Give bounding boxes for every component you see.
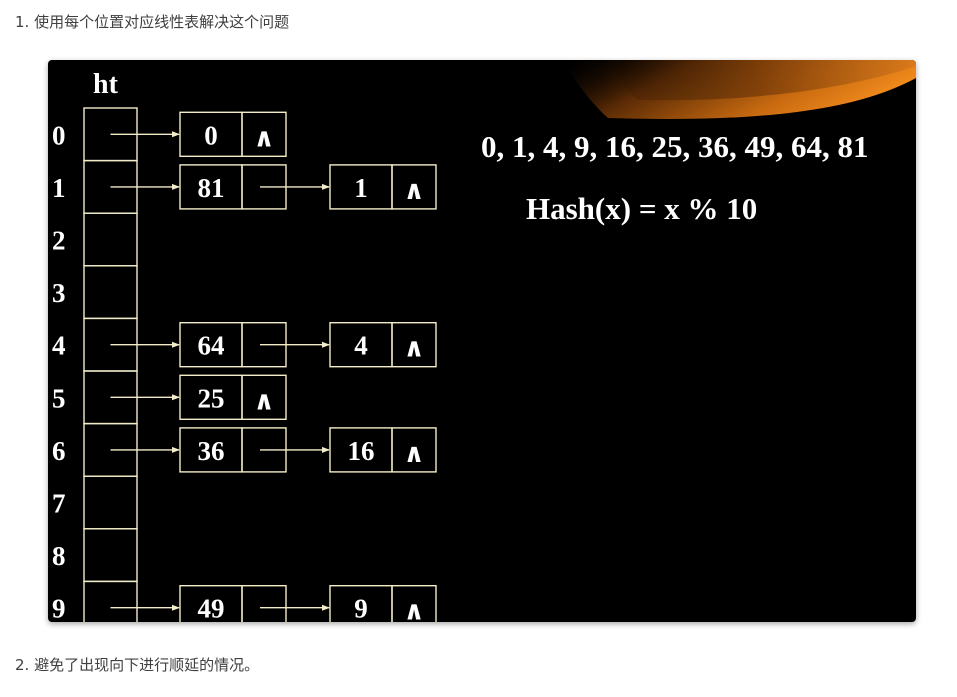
bucket-cell (83, 580, 138, 622)
bucket-row-8: 8 (52, 528, 138, 583)
bucket-row-5: 5 25 ∧ (52, 370, 287, 425)
node-value: 36 (198, 436, 225, 466)
node-pointer-cell (241, 585, 287, 622)
bucket-cell (83, 528, 138, 583)
bucket-index: 8 (52, 541, 66, 571)
hash-formula: Hash(x) = x % 10 (526, 191, 757, 226)
table-label: ht (93, 69, 119, 100)
bucket-cell (83, 475, 138, 530)
bucket-index: 5 (52, 383, 66, 413)
null-pointer-symbol: ∧ (403, 334, 424, 363)
bucket-row-6: 6 36 16 ∧ (52, 422, 437, 477)
bucket-index: 0 (52, 120, 66, 150)
node-value: 49 (198, 594, 225, 622)
node-value: 81 (198, 173, 225, 203)
node-value: 0 (204, 120, 218, 150)
intro-text: 1. 使用每个位置对应线性表解决这个问题 (15, 13, 290, 31)
key-sequence: 0, 1, 4, 9, 16, 25, 36, 49, 64, 81 (481, 129, 869, 164)
bucket-index: 1 (52, 173, 66, 203)
hash-table-slide: ht 0 0 ∧ 1 81 1 ∧ 2 3 4 64 4 ∧ 5 25 ∧ 6 36 16 ∧ 7 8 9 49 9 ∧ 0, 1… (48, 60, 916, 622)
hash-table-rows: 0 0 ∧1 81 1 ∧234 64 4 ∧5 25 ∧6 36 16 ∧789 49 9 ∧ (52, 107, 437, 622)
bucket-index: 2 (52, 226, 66, 256)
bucket-row-2: 2 (52, 212, 138, 267)
bucket-index: 3 (52, 278, 66, 308)
bucket-cell (83, 212, 138, 267)
node-value: 16 (348, 436, 375, 466)
bucket-index: 4 (52, 331, 66, 361)
null-pointer-symbol: ∧ (253, 386, 274, 415)
node-value: 9 (354, 594, 368, 622)
null-pointer-symbol: ∧ (403, 439, 424, 468)
bucket-row-9: 9 49 9 ∧ (52, 580, 437, 622)
node-value: 25 (198, 383, 225, 413)
bucket-cell (83, 265, 138, 320)
bucket-index: 6 (52, 436, 66, 466)
node-value: 1 (354, 173, 368, 203)
bucket-index: 9 (52, 594, 66, 622)
closing-text: 2. 避免了出现向下进行顺延的情况。 (15, 656, 260, 674)
node-value: 4 (354, 331, 368, 361)
bucket-row-0: 0 0 ∧ (52, 107, 287, 162)
bucket-row-7: 7 (52, 475, 138, 530)
bucket-index: 7 (52, 489, 66, 519)
null-pointer-symbol: ∧ (253, 123, 274, 152)
bucket-row-4: 4 64 4 ∧ (52, 317, 437, 372)
null-pointer-symbol: ∧ (403, 597, 424, 622)
node-value: 64 (198, 331, 225, 361)
hash-chaining-diagram: ht 0 0 ∧1 81 1 ∧234 64 4 ∧5 25 ∧6 36 16 ∧789 49 9 ∧ 0, 1… (52, 60, 916, 622)
null-pointer-symbol: ∧ (403, 176, 424, 205)
bucket-row-3: 3 (52, 265, 138, 320)
bucket-row-1: 1 81 1 ∧ (52, 159, 437, 214)
